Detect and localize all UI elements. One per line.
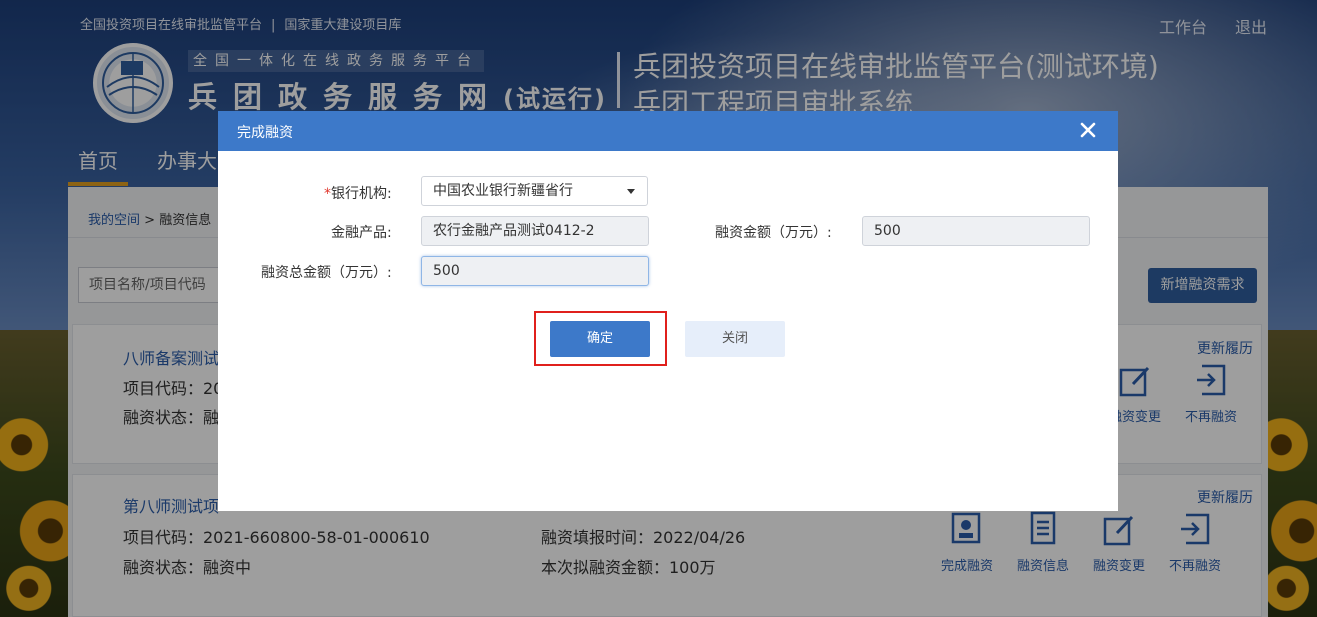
dialog-header: 完成融资 — [218, 111, 1118, 151]
bank-label-text: 银行机构: — [331, 186, 392, 202]
amount-label: 融资金额（万元）: — [715, 225, 832, 241]
bank-label: *银行机构: — [324, 183, 392, 203]
close-icon[interactable] — [1078, 120, 1098, 140]
total-amount-field[interactable]: 500 — [421, 256, 649, 286]
product-label: 金融产品: — [331, 225, 392, 241]
product-field[interactable]: 农行金融产品测试0412-2 — [421, 216, 649, 246]
amount-field[interactable]: 500 — [862, 216, 1090, 246]
total-amount-label: 融资总金额（万元）: — [261, 265, 392, 281]
chevron-down-icon — [627, 189, 635, 194]
close-button[interactable]: 关闭 — [685, 321, 785, 357]
required-mark: * — [324, 186, 331, 202]
bank-select-value: 中国农业银行新疆省行 — [433, 183, 573, 199]
complete-financing-dialog: 完成融资 *银行机构: 中国农业银行新疆省行 金融产品: 农行金融产品测试041… — [218, 111, 1118, 511]
bank-select[interactable]: 中国农业银行新疆省行 — [421, 176, 648, 206]
confirm-button[interactable]: 确定 — [550, 321, 650, 357]
dialog-title: 完成融资 — [237, 125, 293, 141]
